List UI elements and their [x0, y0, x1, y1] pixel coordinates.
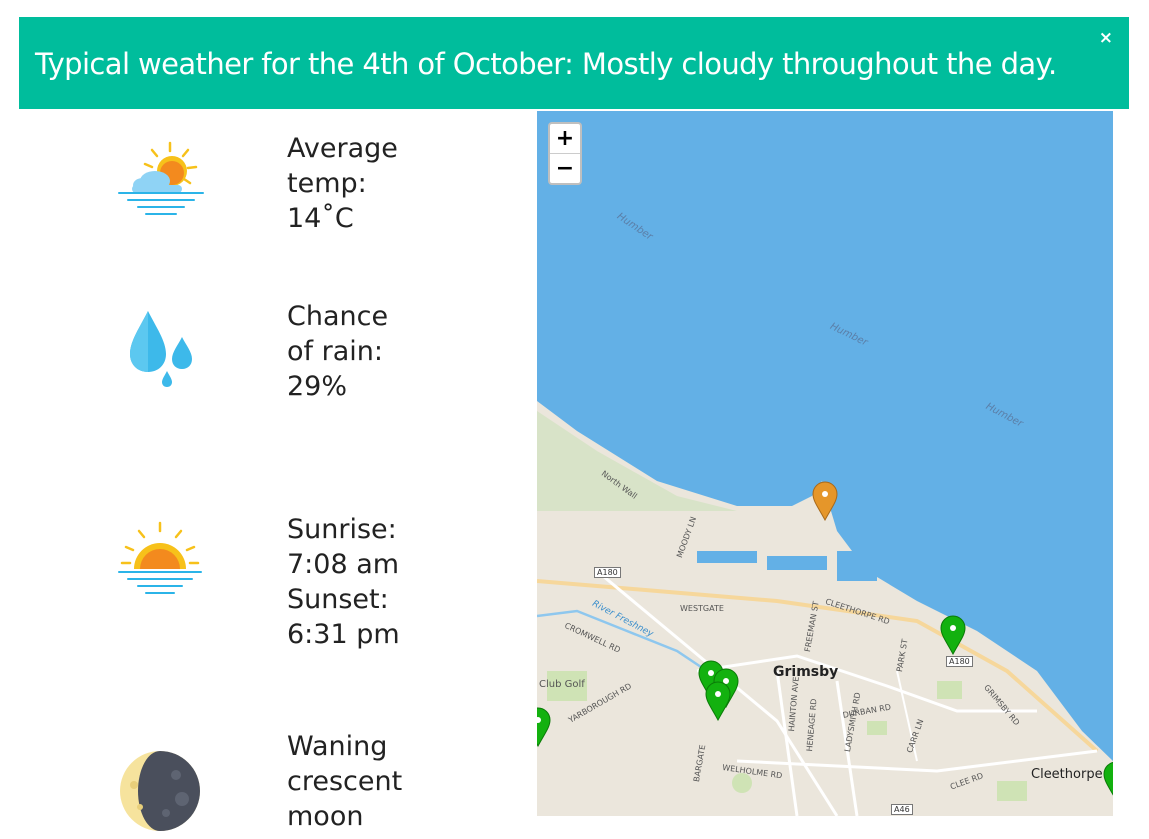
a46-shield: A46 — [891, 804, 913, 815]
park-1 — [732, 773, 752, 793]
moon-line2: crescent — [287, 766, 403, 797]
banner-title: Typical weather for the 4th of October: … — [35, 47, 1057, 81]
avg-temp-line2: temp: — [287, 168, 367, 199]
sunrise-icon — [118, 521, 202, 594]
a180-shield-2: A180 — [946, 656, 973, 667]
westgate-label: WESTGATE — [680, 604, 724, 613]
club-golf-label: Club Golf — [539, 679, 585, 690]
grimsby-label: Grimsby — [773, 664, 839, 680]
park-3 — [937, 681, 962, 699]
moon-phase-text: Waning crescent moon — [287, 729, 487, 834]
moon-icon — [120, 751, 200, 831]
cleethorpes-label: Cleethorpe — [1031, 767, 1103, 782]
sunset-label: Sunset: — [287, 584, 389, 615]
rain-chance-text: Chance of rain: 29% — [287, 299, 487, 404]
partly-cloudy-icon — [118, 141, 204, 215]
a180-shield-1: A180 — [594, 567, 621, 578]
zoom-control: + − — [548, 122, 582, 185]
rain-line2: of rain: — [287, 336, 383, 367]
map-marker-green[interactable] — [1103, 761, 1113, 801]
weather-stats: Average temp: 14˚C Chance of rain: 29% S… — [0, 109, 530, 832]
weather-banner: Typical weather for the 4th of October: … — [19, 17, 1129, 109]
dock-basin-1 — [697, 551, 757, 563]
sun-times-text: Sunrise: 7:08 am Sunset: 6:31 pm — [287, 512, 487, 652]
dock-basin-3 — [837, 551, 877, 581]
sunrise-label: Sunrise: — [287, 514, 397, 545]
dock-basin-2 — [767, 556, 827, 570]
avg-temp-line1: Average — [287, 133, 398, 164]
rain-line1: Chance — [287, 301, 389, 332]
close-icon[interactable]: × — [1099, 29, 1113, 47]
zoom-in-button[interactable]: + — [550, 124, 580, 154]
map-view[interactable]: + − Humber Humber Humber North Wall MOOD… — [537, 111, 1113, 816]
map-marker-green[interactable] — [940, 615, 966, 655]
sunset-time: 6:31 pm — [287, 619, 400, 650]
park-2 — [867, 721, 887, 735]
rain-value: 29% — [287, 371, 348, 402]
moon-line1: Waning — [287, 731, 388, 762]
avg-temp-text: Average temp: 14˚C — [287, 131, 487, 236]
map-marker-green[interactable] — [705, 681, 731, 721]
map-marker-green[interactable] — [537, 707, 551, 747]
park-4 — [997, 781, 1027, 801]
zoom-out-button[interactable]: − — [550, 154, 580, 183]
sunrise-time: 7:08 am — [287, 549, 400, 580]
raindrops-icon — [130, 311, 192, 387]
avg-temp-value: 14˚C — [287, 203, 354, 234]
moon-line3: moon — [287, 801, 364, 832]
map-marker-orange[interactable] — [812, 481, 838, 521]
dock-basin-4 — [877, 521, 907, 561]
